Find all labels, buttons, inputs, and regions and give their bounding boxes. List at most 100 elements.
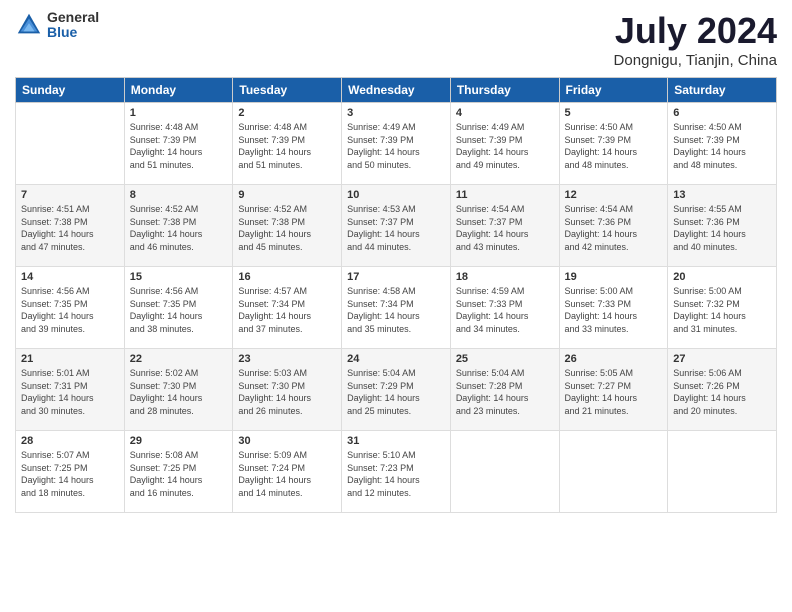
day-info: Sunrise: 5:05 AMSunset: 7:27 PMDaylight:… xyxy=(565,367,663,417)
calendar-cell: 20 Sunrise: 5:00 AMSunset: 7:32 PMDayligh… xyxy=(668,267,777,349)
calendar-cell: 11 Sunrise: 4:54 AMSunset: 7:37 PMDayligh… xyxy=(450,185,559,267)
day-number: 14 xyxy=(21,271,119,283)
day-info: Sunrise: 4:56 AMSunset: 7:35 PMDaylight:… xyxy=(21,285,119,335)
calendar-cell xyxy=(450,431,559,513)
calendar-cell: 18Sunrise: 4:59 AMSunset: 7:33 PMDayligh… xyxy=(450,267,559,349)
week-row-1: 1 Sunrise: 4:48 AMSunset: 7:39 PMDaylight… xyxy=(16,103,777,185)
day-number: 6 xyxy=(673,107,771,119)
header-cell-sunday: Sunday xyxy=(16,78,125,103)
day-info: Sunrise: 4:52 AMSunset: 7:38 PMDaylight:… xyxy=(238,203,336,253)
calendar-cell: 15 Sunrise: 4:56 AMSunset: 7:35 PMDayligh… xyxy=(124,267,233,349)
calendar-subtitle: Dongnigu, Tianjin, China xyxy=(614,52,777,69)
week-row-2: 7Sunrise: 4:51 AMSunset: 7:38 PMDaylight… xyxy=(16,185,777,267)
day-info: Sunrise: 4:58 AMSunset: 7:34 PMDaylight:… xyxy=(347,285,445,335)
day-info: Sunrise: 5:04 AMSunset: 7:29 PMDaylight:… xyxy=(347,367,445,417)
day-number: 11 xyxy=(456,189,554,201)
calendar-cell: 14 Sunrise: 4:56 AMSunset: 7:35 PMDayligh… xyxy=(16,267,125,349)
day-info: Sunrise: 4:49 AMSunset: 7:39 PMDaylight:… xyxy=(456,121,554,171)
calendar-cell xyxy=(668,431,777,513)
day-number: 1 xyxy=(130,107,228,119)
day-info: Sunrise: 4:52 AMSunset: 7:38 PMDaylight:… xyxy=(130,203,228,253)
day-number: 26 xyxy=(565,353,663,365)
day-info: Sunrise: 4:57 AMSunset: 7:34 PMDaylight:… xyxy=(238,285,336,335)
day-number: 30 xyxy=(238,435,336,447)
calendar-title: July 2024 xyxy=(614,10,777,52)
calendar-cell: 3 Sunrise: 4:49 AMSunset: 7:39 PMDaylight… xyxy=(342,103,451,185)
day-info: Sunrise: 5:02 AMSunset: 7:30 PMDaylight:… xyxy=(130,367,228,417)
calendar-cell: 9 Sunrise: 4:52 AMSunset: 7:38 PMDaylight… xyxy=(233,185,342,267)
day-number: 21 xyxy=(21,353,119,365)
calendar-cell: 22 Sunrise: 5:02 AMSunset: 7:30 PMDayligh… xyxy=(124,349,233,431)
calendar-cell: 23Sunrise: 5:03 AMSunset: 7:30 PMDayligh… xyxy=(233,349,342,431)
day-info: Sunrise: 5:00 AMSunset: 7:33 PMDaylight:… xyxy=(565,285,663,335)
calendar-cell: 13Sunrise: 4:55 AMSunset: 7:36 PMDayligh… xyxy=(668,185,777,267)
header-cell-thursday: Thursday xyxy=(450,78,559,103)
day-number: 25 xyxy=(456,353,554,365)
day-number: 3 xyxy=(347,107,445,119)
day-info: Sunrise: 4:48 AMSunset: 7:39 PMDaylight:… xyxy=(130,121,228,171)
day-info: Sunrise: 5:07 AMSunset: 7:25 PMDaylight:… xyxy=(21,449,119,499)
calendar-page: General Blue July 2024 Dongnigu, Tianjin… xyxy=(0,0,792,612)
day-number: 24 xyxy=(347,353,445,365)
header-cell-monday: Monday xyxy=(124,78,233,103)
header-cell-friday: Friday xyxy=(559,78,668,103)
day-info: Sunrise: 4:48 AMSunset: 7:39 PMDaylight:… xyxy=(238,121,336,171)
day-number: 5 xyxy=(565,107,663,119)
day-number: 9 xyxy=(238,189,336,201)
day-number: 28 xyxy=(21,435,119,447)
day-info: Sunrise: 5:06 AMSunset: 7:26 PMDaylight:… xyxy=(673,367,771,417)
day-info: Sunrise: 5:00 AMSunset: 7:32 PMDaylight:… xyxy=(673,285,771,335)
day-number: 4 xyxy=(456,107,554,119)
day-info: Sunrise: 5:09 AMSunset: 7:24 PMDaylight:… xyxy=(238,449,336,499)
day-info: Sunrise: 5:08 AMSunset: 7:25 PMDaylight:… xyxy=(130,449,228,499)
logo-text: General Blue xyxy=(47,10,99,41)
day-info: Sunrise: 5:01 AMSunset: 7:31 PMDaylight:… xyxy=(21,367,119,417)
title-block: July 2024 Dongnigu, Tianjin, China xyxy=(614,10,777,69)
calendar-cell: 7Sunrise: 4:51 AMSunset: 7:38 PMDaylight… xyxy=(16,185,125,267)
calendar-cell xyxy=(559,431,668,513)
day-info: Sunrise: 4:55 AMSunset: 7:36 PMDaylight:… xyxy=(673,203,771,253)
day-number: 29 xyxy=(130,435,228,447)
calendar-cell: 30 Sunrise: 5:09 AMSunset: 7:24 PMDayligh… xyxy=(233,431,342,513)
calendar-cell: 4 Sunrise: 4:49 AMSunset: 7:39 PMDaylight… xyxy=(450,103,559,185)
week-row-3: 14 Sunrise: 4:56 AMSunset: 7:35 PMDayligh… xyxy=(16,267,777,349)
day-info: Sunrise: 4:50 AMSunset: 7:39 PMDaylight:… xyxy=(673,121,771,171)
day-info: Sunrise: 4:54 AMSunset: 7:37 PMDaylight:… xyxy=(456,203,554,253)
day-number: 12 xyxy=(565,189,663,201)
header-cell-wednesday: Wednesday xyxy=(342,78,451,103)
calendar-cell xyxy=(16,103,125,185)
day-number: 15 xyxy=(130,271,228,283)
calendar-cell: 6 Sunrise: 4:50 AMSunset: 7:39 PMDaylight… xyxy=(668,103,777,185)
logo-general-text: General xyxy=(47,10,99,25)
logo: General Blue xyxy=(15,10,99,41)
day-info: Sunrise: 4:54 AMSunset: 7:36 PMDaylight:… xyxy=(565,203,663,253)
day-number: 8 xyxy=(130,189,228,201)
logo-blue-text: Blue xyxy=(47,25,99,40)
calendar-cell: 5 Sunrise: 4:50 AMSunset: 7:39 PMDaylight… xyxy=(559,103,668,185)
calendar-cell: 25 Sunrise: 5:04 AMSunset: 7:28 PMDayligh… xyxy=(450,349,559,431)
day-info: Sunrise: 4:50 AMSunset: 7:39 PMDaylight:… xyxy=(565,121,663,171)
day-info: Sunrise: 4:51 AMSunset: 7:38 PMDaylight:… xyxy=(21,203,119,253)
calendar-cell: 12 Sunrise: 4:54 AMSunset: 7:36 PMDayligh… xyxy=(559,185,668,267)
day-number: 16 xyxy=(238,271,336,283)
page-header: General Blue July 2024 Dongnigu, Tianjin… xyxy=(15,10,777,69)
day-number: 17 xyxy=(347,271,445,283)
week-row-4: 21 Sunrise: 5:01 AMSunset: 7:31 PMDayligh… xyxy=(16,349,777,431)
day-info: Sunrise: 4:59 AMSunset: 7:33 PMDaylight:… xyxy=(456,285,554,335)
calendar-table: SundayMondayTuesdayWednesdayThursdayFrid… xyxy=(15,77,777,513)
day-info: Sunrise: 4:56 AMSunset: 7:35 PMDaylight:… xyxy=(130,285,228,335)
day-number: 22 xyxy=(130,353,228,365)
day-number: 31 xyxy=(347,435,445,447)
day-info: Sunrise: 4:49 AMSunset: 7:39 PMDaylight:… xyxy=(347,121,445,171)
calendar-cell: 31Sunrise: 5:10 AMSunset: 7:23 PMDayligh… xyxy=(342,431,451,513)
header-cell-tuesday: Tuesday xyxy=(233,78,342,103)
day-info: Sunrise: 5:03 AMSunset: 7:30 PMDaylight:… xyxy=(238,367,336,417)
day-info: Sunrise: 4:53 AMSunset: 7:37 PMDaylight:… xyxy=(347,203,445,253)
day-number: 10 xyxy=(347,189,445,201)
day-number: 20 xyxy=(673,271,771,283)
calendar-cell: 26 Sunrise: 5:05 AMSunset: 7:27 PMDayligh… xyxy=(559,349,668,431)
day-info: Sunrise: 5:04 AMSunset: 7:28 PMDaylight:… xyxy=(456,367,554,417)
week-row-5: 28 Sunrise: 5:07 AMSunset: 7:25 PMDayligh… xyxy=(16,431,777,513)
calendar-cell: 24 Sunrise: 5:04 AMSunset: 7:29 PMDayligh… xyxy=(342,349,451,431)
logo-icon xyxy=(15,11,43,39)
